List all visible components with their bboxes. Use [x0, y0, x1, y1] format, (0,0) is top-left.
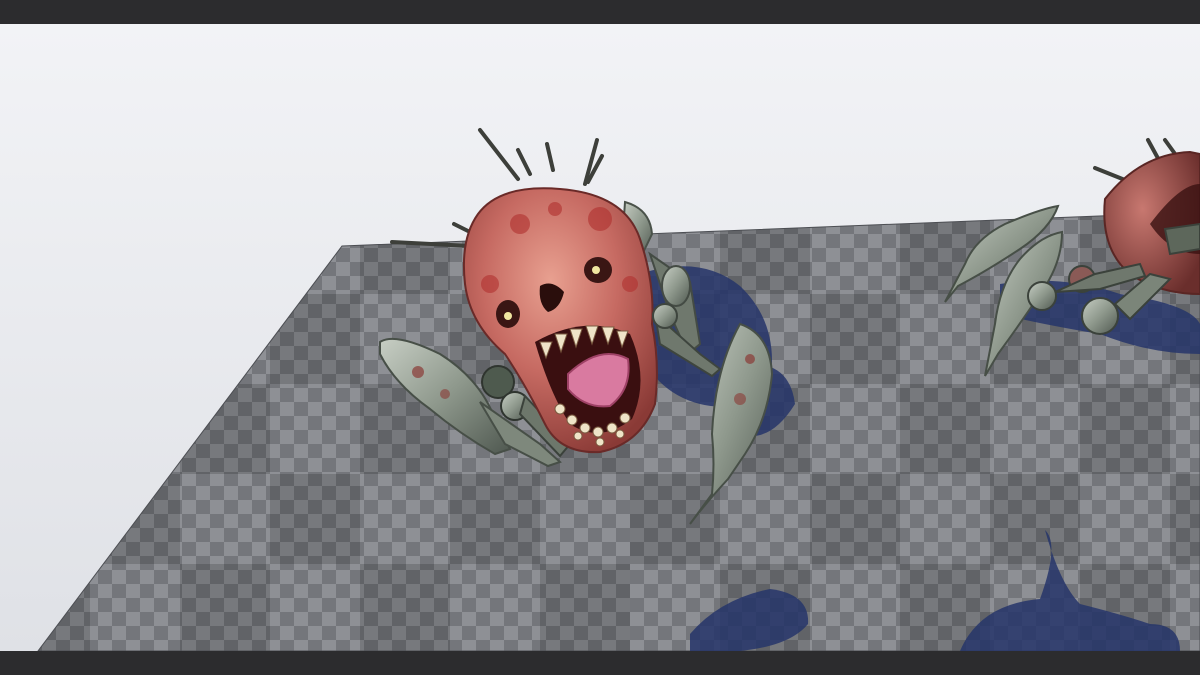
game-viewport[interactable]: [0, 24, 1200, 651]
letterbox-bottom-bar: [0, 651, 1200, 675]
scene-canvas: [0, 24, 1200, 651]
letterbox-top-bar: [0, 0, 1200, 24]
